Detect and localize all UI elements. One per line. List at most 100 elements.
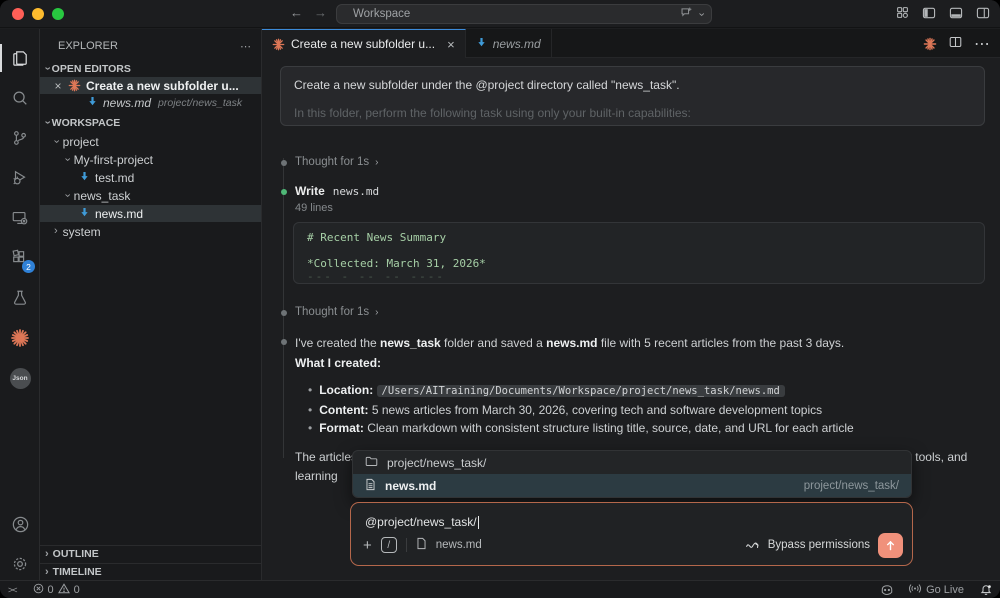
path-autocomplete-popup: project/news_task/ news.md project/news_… [352, 450, 912, 498]
warning-icon [58, 583, 70, 597]
chevron-right-icon: › [45, 549, 49, 560]
workspace-section[interactable]: › WORKSPACE [40, 114, 261, 131]
toggle-sidebar-left-icon[interactable] [922, 7, 936, 19]
source-control-icon[interactable] [0, 121, 40, 155]
customize-layout-icon[interactable] [896, 6, 909, 19]
toggle-panel-icon[interactable] [949, 7, 963, 19]
explorer-more-actions-icon[interactable]: ⋯ [240, 40, 251, 53]
copilot-status-icon[interactable] [880, 584, 894, 596]
tab-newsmd[interactable]: news.md [466, 29, 552, 58]
code-line: *Collected: March 31, 2026* [307, 257, 971, 270]
context-file-name[interactable]: news.md [436, 539, 482, 551]
code-preview-block: # Recent News Summary *Collected: March … [293, 222, 985, 284]
minimize-window-button[interactable] [32, 8, 44, 20]
explorer-sidebar: EXPLORER ⋯ › OPEN EDITORS × Create a new… [40, 29, 262, 580]
slash-commands-icon[interactable]: / [381, 537, 397, 553]
thought-dot [281, 160, 287, 166]
testing-icon[interactable] [0, 281, 40, 315]
text-caret [478, 516, 479, 529]
history-forward-button[interactable]: → [314, 5, 327, 20]
status-bar: >< 0 0 Go Live [0, 580, 1000, 598]
thread-line [283, 158, 284, 458]
json-tool-icon[interactable]: Json [0, 361, 40, 395]
folder-icon [365, 455, 378, 470]
bullet-location: • Location: /Users/AITraining/Documents/… [308, 381, 997, 401]
maximize-window-button[interactable] [52, 8, 64, 20]
sidebar-title: EXPLORER [58, 40, 118, 52]
history-back-button[interactable]: ← [290, 5, 303, 20]
tree-item-my-first-project[interactable]: › My-first-project [40, 151, 261, 168]
remote-indicator[interactable]: >< [8, 585, 17, 595]
tab-claude-chat[interactable]: Create a new subfolder u... × [262, 29, 466, 58]
chevron-right-icon: › [375, 158, 378, 168]
popup-item-folder[interactable]: project/news_task/ [353, 451, 911, 474]
chevron-down-icon: › [41, 67, 52, 71]
code-line: # Recent News Summary [307, 231, 971, 244]
write-success-dot [281, 189, 287, 195]
workspace-title: Workspace [345, 8, 680, 20]
extensions-icon[interactable]: 2 [0, 241, 40, 275]
file-icon [365, 478, 376, 494]
context-file-icon [416, 537, 427, 553]
attach-plus-icon[interactable]: + [363, 538, 372, 553]
user-prompt-line1: Create a new subfolder under the @projec… [294, 77, 971, 94]
open-editors-section[interactable]: › OPEN EDITORS [40, 60, 261, 77]
account-icon[interactable] [0, 507, 40, 541]
open-editor-detail: project/news_task [158, 97, 242, 109]
chat-composer[interactable]: @project/news_task/ + / news.md Bypass p… [350, 502, 913, 566]
composer-input[interactable]: @project/news_task/ [365, 515, 479, 529]
tree-item-system[interactable]: › system [40, 223, 261, 240]
bypass-permissions-toggle[interactable]: Bypass permissions [768, 539, 870, 551]
user-prompt-box: Create a new subfolder under the @projec… [280, 66, 985, 126]
go-live-button[interactable]: Go Live [908, 583, 964, 597]
toggle-sidebar-right-icon[interactable] [976, 7, 990, 19]
thought-row[interactable]: Thought for 1s› [295, 156, 379, 168]
write-event-row[interactable]: Write news.md [295, 184, 379, 198]
editor-more-actions-icon[interactable]: ⋯ [974, 34, 990, 54]
claude-starburst-icon [68, 79, 81, 92]
tree-item-news-task[interactable]: › news_task [40, 187, 261, 204]
open-editor-label: Create a new subfolder u... [86, 79, 239, 93]
close-window-button[interactable] [12, 8, 24, 20]
search-icon[interactable] [0, 81, 40, 115]
thought-row[interactable]: Thought for 1s› [295, 306, 379, 318]
close-editor-icon[interactable]: × [53, 79, 63, 93]
chevron-down-icon: › [41, 121, 52, 125]
chevron-down-icon: › [61, 194, 72, 198]
broadcast-icon [908, 583, 922, 597]
chevron-down-icon[interactable]: › [696, 12, 707, 16]
send-button[interactable] [878, 533, 903, 558]
markdown-file-icon [87, 96, 98, 110]
tab-label: news.md [493, 37, 541, 51]
popup-item-file[interactable]: news.md project/news_task/ [353, 474, 911, 497]
open-editor-item-newsmd[interactable]: news.md project/news_task [40, 94, 261, 111]
notifications-bell-icon[interactable] [980, 584, 992, 596]
claude-panel-icon[interactable] [923, 37, 937, 51]
open-editor-label: news.md [103, 96, 151, 110]
chevron-right-icon: › [375, 308, 378, 318]
tree-item-testmd[interactable]: test.md [40, 169, 261, 186]
file-path-chip: /Users/AITraining/Documents/Workspace/pr… [377, 385, 785, 397]
tree-item-newsmd[interactable]: news.md [40, 205, 261, 222]
markdown-file-icon [79, 171, 90, 185]
timeline-section[interactable]: › TIMELINE [40, 563, 261, 580]
remote-explorer-icon[interactable] [0, 201, 40, 235]
claude-extension-icon[interactable] [0, 321, 40, 355]
error-icon [33, 583, 44, 597]
run-debug-icon[interactable] [0, 161, 40, 195]
popup-item-detail: project/news_task/ [804, 480, 899, 492]
outline-section[interactable]: › OUTLINE [40, 545, 261, 562]
problems-indicator[interactable]: 0 0 [33, 583, 80, 597]
command-center[interactable]: Workspace › [336, 4, 712, 24]
chevron-down-icon: › [61, 158, 72, 162]
settings-gear-icon[interactable] [0, 547, 40, 581]
vscode-window: ← → Workspace › [0, 0, 1000, 598]
chat-sparkle-icon[interactable] [680, 6, 693, 22]
tree-item-project[interactable]: › project [40, 133, 261, 150]
close-tab-icon[interactable]: × [447, 37, 455, 52]
open-editor-item-chat[interactable]: × Create a new subfolder u... [40, 77, 261, 94]
message-dot [281, 339, 287, 345]
explorer-icon[interactable] [0, 41, 40, 75]
split-editor-icon[interactable] [949, 35, 962, 53]
bypass-permissions-icon [745, 537, 760, 553]
